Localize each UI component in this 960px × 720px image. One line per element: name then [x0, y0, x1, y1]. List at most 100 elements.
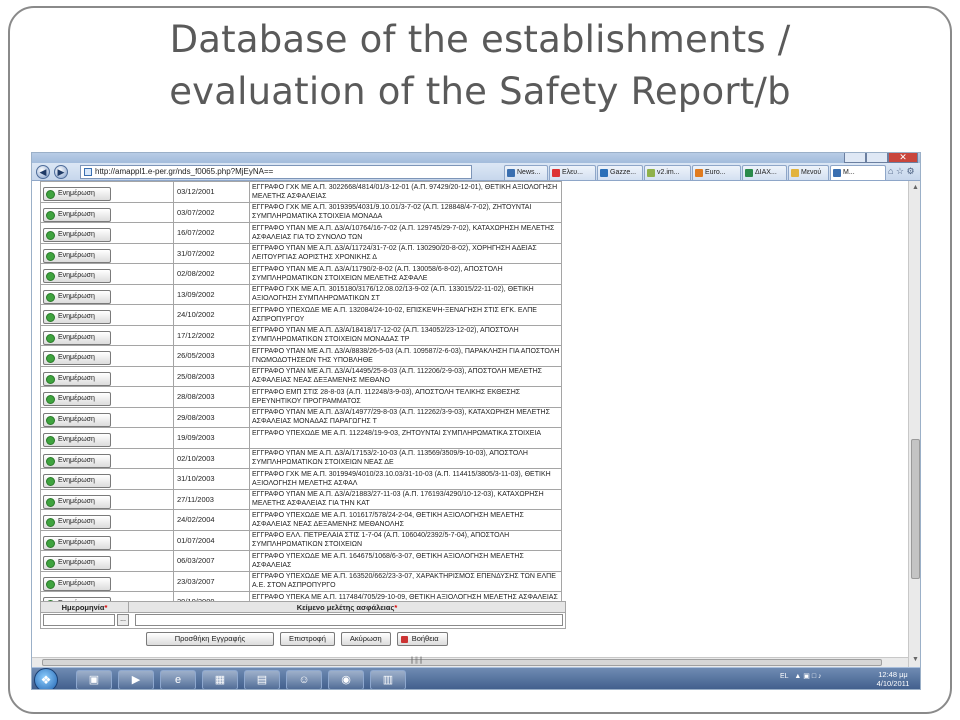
address-input[interactable]: http://amappl1.e-per.gr/nds_f0065.php?Mj… — [80, 165, 472, 179]
description-cell: ΕΓΓΡΑΦΟ ΕΛΛ. ΠΕΤΡΕΛΑΙΑ ΣΤΙΣ 1-7-04 (Α.Π.… — [249, 529, 562, 551]
date-cell: 31/10/2003 — [173, 468, 250, 490]
description-cell: ΕΓΓΡΑΦΟ ΥΠΕΧΩΔΕ ΜΕ Α.Π. 163520/662/23-3-… — [249, 570, 562, 592]
messenger-icon[interactable]: ☺ — [286, 670, 322, 689]
help-button[interactable]: Βοήθεια — [396, 632, 448, 646]
word-icon[interactable]: ▤ — [244, 670, 280, 689]
update-button[interactable]: Ενημέρωση — [43, 433, 111, 448]
clock[interactable]: 12:48 μμ 4/10/2011 — [868, 670, 918, 688]
table-row: Ενημέρωση 06/03/2007 ΕΓΓΡΑΦΟ ΥΠΕΧΩΔΕ ΜΕ Α.… — [40, 550, 562, 572]
update-button[interactable]: Ενημέρωση — [43, 310, 111, 325]
tab-favicon-icon — [507, 169, 515, 177]
update-button[interactable]: Ενημέρωση — [43, 187, 111, 202]
horizontal-scrollbar[interactable]: ║║║ — [32, 657, 908, 667]
description-cell: ΕΓΓΡΑΦΟ ΥΠΑΝ ΜΕ Α.Π. Δ3/Α/14495/25-8-03 … — [249, 365, 562, 387]
vertical-scrollbar[interactable]: ▲ ▼ — [908, 181, 920, 667]
update-button[interactable]: Ενημέρωση — [43, 289, 111, 304]
update-button[interactable]: Ενημέρωση — [43, 556, 111, 571]
tab-favicon-icon — [552, 169, 560, 177]
browser-tab[interactable]: Gazze... — [597, 165, 643, 180]
browser-tab[interactable]: ΔΙΑΧ... — [742, 165, 787, 180]
chrome-icon[interactable]: ◉ — [328, 670, 364, 689]
browser-tab[interactable]: Μενού — [788, 165, 829, 180]
vertical-scroll-thumb[interactable] — [911, 439, 920, 579]
date-cell: 02/08/2002 — [173, 263, 250, 285]
browser-tab[interactable]: Euro... — [692, 165, 741, 180]
calculator-icon[interactable]: ▦ — [202, 670, 238, 689]
cancel-button[interactable]: Ακύρωση — [340, 632, 391, 646]
address-text: http://amappl1.e-per.gr/nds_f0065.php?Mj… — [95, 167, 274, 176]
action-cell: Ενημέρωση — [40, 386, 174, 408]
description-cell: ΕΓΓΡΑΦΟ ΥΠΕΧΩΔΕ ΜΕ Α.Π. 112248/19-9-03, … — [249, 427, 562, 449]
action-cell: Ενημέρωση — [40, 263, 174, 285]
update-button[interactable]: Ενημέρωση — [43, 494, 111, 509]
windows-start-icon[interactable]: ❖ — [34, 668, 58, 689]
description-cell: ΕΓΓΡΑΦΟ ΥΠΕΧΩΔΕ ΜΕ Α.Π. 101617/578/24-2-… — [249, 509, 562, 531]
description-text: ΕΓΓΡΑΦΟ ΥΠΕΧΩΔΕ ΜΕ Α.Π. 164675/1068/6-3-… — [252, 552, 524, 569]
toolbar-icons[interactable]: ⌂ ☆ ⚙ — [888, 166, 915, 177]
records-table: Ενημέρωση 03/12/2001 ΕΓΓΡΑΦΟ ΓΧΚ ΜΕ Α.Π. 3… — [40, 181, 562, 613]
update-button[interactable]: Ενημέρωση — [43, 228, 111, 243]
update-button[interactable]: Ενημέρωση — [43, 535, 111, 550]
update-button[interactable]: Ενημέρωση — [43, 207, 111, 222]
clock-time: 12:48 μμ — [878, 670, 908, 679]
table-row: Ενημέρωση 28/08/2003 ΕΓΓΡΑΦΟ ΕΜΠ ΣΤΙΣ 28-8… — [40, 386, 562, 408]
description-text: ΕΓΓΡΑΦΟ ΥΠΑΝ ΜΕ Α.Π. Δ3/Α/11790/2-8-02 (… — [252, 265, 503, 282]
tray-icons[interactable]: ▲ ▣ □ ♪ — [794, 673, 821, 680]
description-text: ΕΓΓΡΑΦΟ ΥΠΕΧΩΔΕ ΜΕ Α.Π. 112248/19-9-03, … — [252, 429, 542, 437]
description-cell: ΕΓΓΡΑΦΟ ΥΠΕΧΩΔΕ ΜΕ Α.Π. 164675/1068/6-3-… — [249, 550, 562, 572]
help-icon — [400, 636, 408, 643]
table-row: Ενημέρωση 03/07/2002 ΕΓΓΡΑΦΟ ΓΧΚ ΜΕ Α.Π. 3… — [40, 201, 562, 223]
description-text: ΕΓΓΡΑΦΟ ΥΠΑΝ ΜΕ Α.Π. Δ3/Α/21883/27-11-03… — [252, 491, 544, 508]
action-cell: Ενημέρωση — [40, 324, 174, 346]
date-cell: 13/09/2002 — [173, 283, 250, 305]
update-button[interactable]: Ενημέρωση — [43, 515, 111, 530]
back-icon[interactable]: ◀ — [36, 165, 50, 179]
calendar-button[interactable]: ... — [117, 614, 129, 626]
browser-tab[interactable]: Ελευ... — [549, 165, 596, 180]
action-cell: Ενημέρωση — [40, 345, 174, 367]
system-tray[interactable]: EL ▲ ▣ □ ♪ — [780, 672, 822, 680]
back-button[interactable]: Επιστροφή — [280, 632, 335, 646]
study-text-input[interactable] — [135, 614, 563, 626]
horizontal-scroll-thumb[interactable] — [42, 659, 882, 666]
date-cell: 02/10/2003 — [173, 447, 250, 469]
language-indicator[interactable]: EL — [780, 673, 789, 680]
update-button[interactable]: Ενημέρωση — [43, 576, 111, 591]
browser-tab[interactable]: News... — [504, 165, 548, 180]
update-button[interactable]: Ενημέρωση — [43, 453, 111, 468]
update-icon — [46, 395, 55, 405]
update-button-label: Ενημέρωση — [58, 374, 95, 382]
maximize-button[interactable] — [866, 153, 888, 163]
update-button[interactable]: Ενημέρωση — [43, 269, 111, 284]
powerpoint-icon[interactable]: ▥ — [370, 670, 406, 689]
close-window-button[interactable]: ✕ — [888, 153, 918, 163]
update-button[interactable]: Ενημέρωση — [43, 330, 111, 345]
scroll-down-icon[interactable]: ▼ — [911, 655, 920, 664]
description-cell: ΕΓΓΡΑΦΟ ΥΠΑΝ ΜΕ Α.Π. Δ3/Α/11790/2-8-02 (… — [249, 263, 562, 285]
minimize-button[interactable] — [844, 153, 866, 163]
browser-tab[interactable]: v2.im... — [644, 165, 691, 180]
update-button-label: Ενημέρωση — [58, 579, 95, 587]
tab-label: Μενού — [801, 169, 822, 176]
internet-explorer-icon[interactable]: e — [160, 670, 196, 689]
date-input[interactable] — [43, 614, 115, 626]
update-button[interactable]: Ενημέρωση — [43, 412, 111, 427]
forward-icon[interactable]: ▶ — [54, 165, 68, 179]
update-button[interactable]: Ενημέρωση — [43, 392, 111, 407]
explorer-icon[interactable]: ▣ — [76, 670, 112, 689]
address-tools[interactable]: ⌕ ▾ ⊠ ↻ ✕ — [471, 166, 472, 178]
update-button-label: Ενημέρωση — [58, 190, 95, 198]
update-button[interactable]: Ενημέρωση — [43, 351, 111, 366]
add-record-button[interactable]: Προσθήκη Εγγραφής — [146, 632, 274, 646]
update-button[interactable]: Ενημέρωση — [43, 371, 111, 386]
browser-tab[interactable]: Μ... — [830, 165, 886, 180]
clock-date: 4/10/2011 — [876, 679, 910, 688]
tab-label: v2.im... — [657, 169, 680, 176]
update-button[interactable]: Ενημέρωση — [43, 248, 111, 263]
update-icon — [46, 231, 55, 241]
scroll-up-icon[interactable]: ▲ — [911, 183, 920, 192]
update-button[interactable]: Ενημέρωση — [43, 474, 111, 489]
table-row: Ενημέρωση 24/02/2004 ΕΓΓΡΑΦΟ ΥΠΕΧΩΔΕ ΜΕ Α.… — [40, 509, 562, 531]
tab-favicon-icon — [695, 169, 703, 177]
media-player-icon[interactable]: ▶ — [118, 670, 154, 689]
